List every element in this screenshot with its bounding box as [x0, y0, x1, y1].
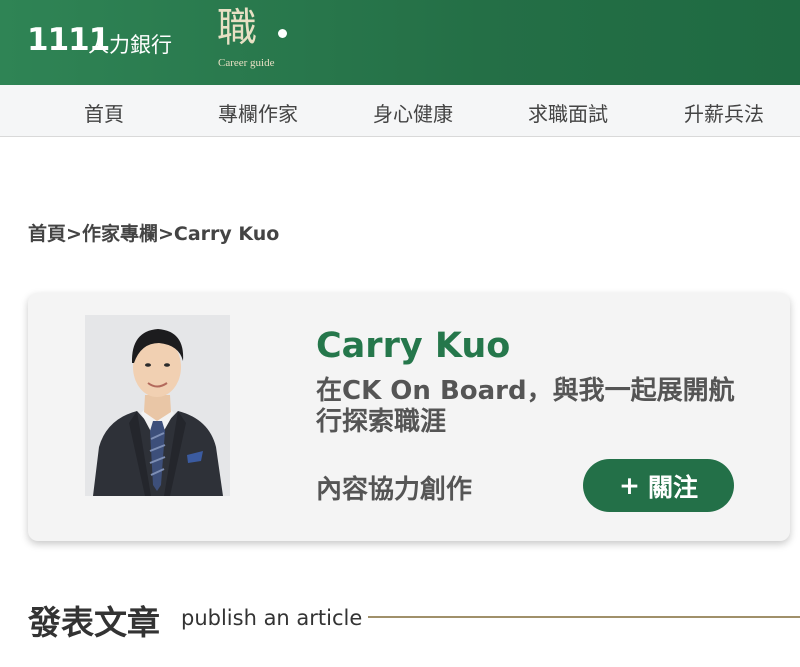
breadcrumb-separator: > [157, 223, 174, 245]
plus-icon: + [619, 471, 640, 500]
main-nav: 首頁 專欄作家 身心健康 求職面試 升薪兵法 [0, 85, 800, 137]
career-logo-character[interactable]: 職 [217, 8, 257, 48]
author-role: 內容協力創作 [316, 475, 473, 505]
career-logo-subtitle[interactable]: Career guide [218, 57, 275, 69]
logo-dot-icon [278, 29, 287, 38]
section-title: 發表文章 [28, 603, 160, 642]
author-photo-illustration [85, 315, 230, 496]
section-divider [368, 616, 800, 618]
section-subtitle: publish an article [181, 606, 363, 630]
nav-item-home[interactable]: 首頁 [84, 98, 124, 127]
breadcrumb-current: Carry Kuo [173, 223, 280, 245]
follow-button[interactable]: + 關注 [583, 459, 734, 512]
nav-item-salary-tips[interactable]: 升薪兵法 [684, 98, 764, 127]
author-name: Carry Kuo [316, 326, 511, 366]
logo-bank-text[interactable]: 人力銀行 [88, 29, 172, 59]
author-avatar [85, 315, 230, 496]
nav-item-wellbeing[interactable]: 身心健康 [373, 98, 453, 127]
nav-item-job-interview[interactable]: 求職面試 [528, 98, 608, 127]
breadcrumb-separator: > [66, 223, 82, 245]
breadcrumb-home[interactable]: 首頁 [28, 223, 66, 245]
breadcrumb-columnists[interactable]: 作家專欄 [82, 223, 158, 245]
author-card: Carry Kuo 在CK On Board，與我一起展開航行探索職涯 內容協力… [28, 293, 790, 541]
nav-item-columnists[interactable]: 專欄作家 [218, 98, 298, 127]
follow-label: 關注 [647, 472, 698, 502]
author-tagline: 在CK On Board，與我一起展開航行探索職涯 [316, 376, 735, 437]
site-header: 1111 人力銀行 職 Career guide [0, 0, 800, 85]
breadcrumb: 首頁>作家專欄>Carry Kuo [28, 219, 279, 246]
